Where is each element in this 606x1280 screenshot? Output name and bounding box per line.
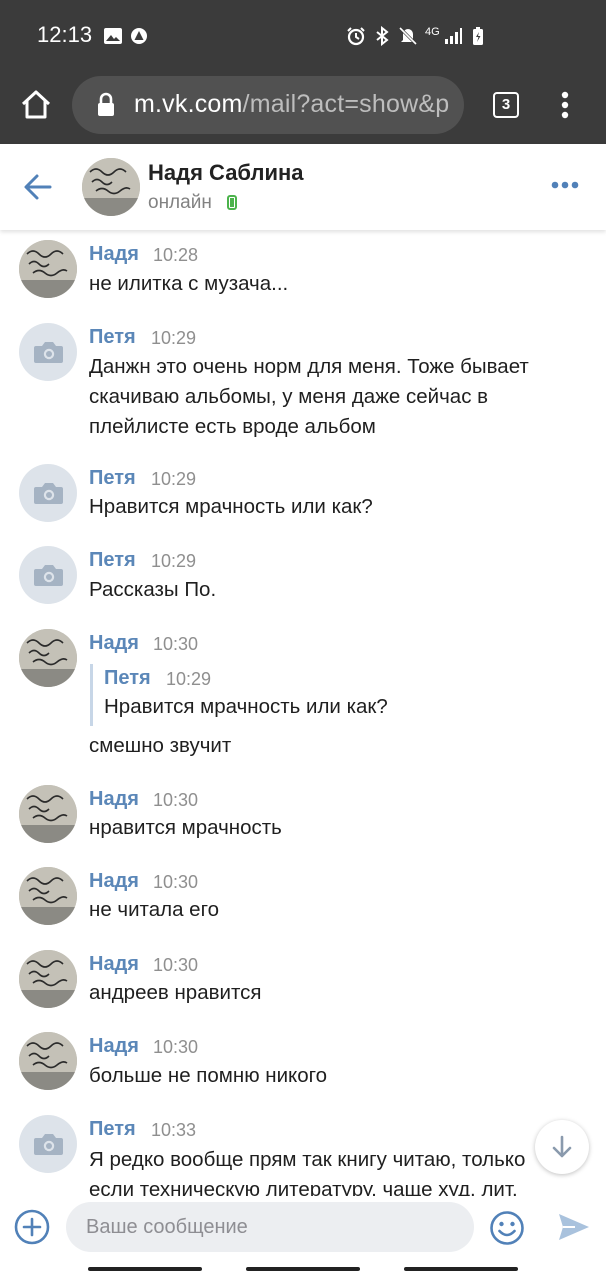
message-author[interactable]: Надя xyxy=(89,632,139,655)
tabs-button[interactable]: 3 xyxy=(493,92,519,118)
graffiti-photo-icon xyxy=(19,1032,77,1090)
vpn-icon xyxy=(131,28,147,44)
url-host: m.vk.com xyxy=(134,90,243,118)
camera-icon xyxy=(34,342,63,363)
message-time: 10:30 xyxy=(153,1037,199,1057)
message-avatar[interactable] xyxy=(19,240,77,298)
message-text: не читала его xyxy=(89,898,219,921)
message-text: Данжн это очень норм для меня. Тоже быва… xyxy=(89,355,529,438)
nav-back[interactable] xyxy=(404,1267,518,1271)
more-dots-icon[interactable] xyxy=(551,180,579,190)
message-time: 10:29 xyxy=(151,551,197,571)
message-input[interactable] xyxy=(66,1202,474,1252)
message-text: Нравится мрачность или как? xyxy=(89,495,373,518)
message-text: нравится мрачность xyxy=(89,816,282,839)
graffiti-photo-icon xyxy=(19,240,77,298)
message-time: 10:29 xyxy=(151,328,197,348)
graffiti-photo-icon xyxy=(19,950,77,1008)
network-label: 4G xyxy=(425,26,440,38)
message-time: 10:29 xyxy=(151,469,197,489)
browser-toolbar: m.vk.com/mail?act=show&p 3 xyxy=(0,74,606,144)
message-avatar[interactable] xyxy=(19,464,77,522)
message-author[interactable]: Надя xyxy=(89,788,139,811)
address-bar[interactable]: m.vk.com/mail?act=show&p xyxy=(72,76,464,134)
url-path: /mail?act=show&p xyxy=(242,90,450,118)
message-time: 10:30 xyxy=(153,634,199,654)
nav-home[interactable] xyxy=(246,1267,360,1271)
alarm-icon xyxy=(347,27,365,46)
quoted-author[interactable]: Петя xyxy=(104,667,151,690)
system-nav-bar xyxy=(0,1262,606,1280)
contact-status: онлайн xyxy=(148,192,212,213)
message-text: Рассказы По. xyxy=(89,578,217,601)
send-icon[interactable] xyxy=(557,1212,591,1242)
lock-icon xyxy=(98,92,114,116)
nav-recents[interactable] xyxy=(88,1267,202,1271)
message-time: 10:28 xyxy=(153,245,199,265)
message-text: не илитка с музача... xyxy=(89,272,289,295)
compose-bar xyxy=(0,1196,606,1262)
message-avatar[interactable] xyxy=(19,867,77,925)
camera-icon xyxy=(34,565,63,586)
contact-avatar[interactable] xyxy=(82,158,140,216)
message-time: 10:30 xyxy=(153,790,199,810)
quoted-text: Нравится мрачность или как? xyxy=(104,695,388,718)
forwarded-message-bar xyxy=(90,664,93,726)
camera-icon xyxy=(34,1134,63,1155)
mute-icon xyxy=(398,26,418,46)
arrow-left-icon[interactable] xyxy=(22,172,54,202)
message-text: смешно звучит xyxy=(89,734,232,757)
plus-circle-icon[interactable] xyxy=(14,1209,50,1245)
message-time: 10:30 xyxy=(153,872,199,892)
message-author[interactable]: Надя xyxy=(89,1035,139,1058)
message-time: 10:33 xyxy=(151,1120,197,1140)
mobile-online-icon xyxy=(227,195,237,210)
message-avatar[interactable] xyxy=(19,323,77,381)
contact-name[interactable]: Надя Саблина xyxy=(148,160,304,186)
message-text: Я редко вообще прям так книгу читаю, тол… xyxy=(89,1148,526,1196)
graffiti-photo-icon xyxy=(19,867,77,925)
message-avatar[interactable] xyxy=(19,546,77,604)
message-author[interactable]: Петя xyxy=(89,549,136,572)
message-author[interactable]: Петя xyxy=(89,326,136,349)
message-text: больше не помню никого xyxy=(89,1064,328,1087)
smile-icon[interactable] xyxy=(489,1210,525,1246)
chat-header: Надя Саблина онлайн xyxy=(0,144,606,230)
message-avatar[interactable] xyxy=(19,950,77,1008)
graffiti-photo-icon xyxy=(82,158,140,216)
status-bar: 12:13 4G xyxy=(0,0,606,74)
message-avatar[interactable] xyxy=(19,1115,77,1173)
gallery-icon xyxy=(104,28,122,44)
status-time: 12:13 xyxy=(37,22,93,47)
graffiti-photo-icon xyxy=(19,629,77,687)
message-author[interactable]: Петя xyxy=(89,467,136,490)
more-vertical-icon[interactable] xyxy=(552,88,578,122)
scroll-to-bottom-button[interactable] xyxy=(535,1120,589,1174)
arrow-down-icon xyxy=(552,1135,572,1158)
message-avatar[interactable] xyxy=(19,785,77,843)
message-text: андреев нравится xyxy=(89,981,262,1004)
bluetooth-icon xyxy=(376,26,389,46)
camera-icon xyxy=(34,483,63,504)
quoted-time: 10:29 xyxy=(166,669,212,689)
message-author[interactable]: Надя xyxy=(89,243,139,266)
message-author[interactable]: Надя xyxy=(89,870,139,893)
message-author[interactable]: Петя xyxy=(89,1118,136,1141)
url-text: m.vk.com/mail?act=show&p xyxy=(134,90,449,119)
home-icon[interactable] xyxy=(19,88,53,122)
message-avatar[interactable] xyxy=(19,629,77,687)
message-author[interactable]: Надя xyxy=(89,953,139,976)
message-time: 10:30 xyxy=(153,955,199,975)
battery-icon xyxy=(473,27,483,45)
message-avatar[interactable] xyxy=(19,1032,77,1090)
signal-icon xyxy=(445,28,462,44)
graffiti-photo-icon xyxy=(19,785,77,843)
